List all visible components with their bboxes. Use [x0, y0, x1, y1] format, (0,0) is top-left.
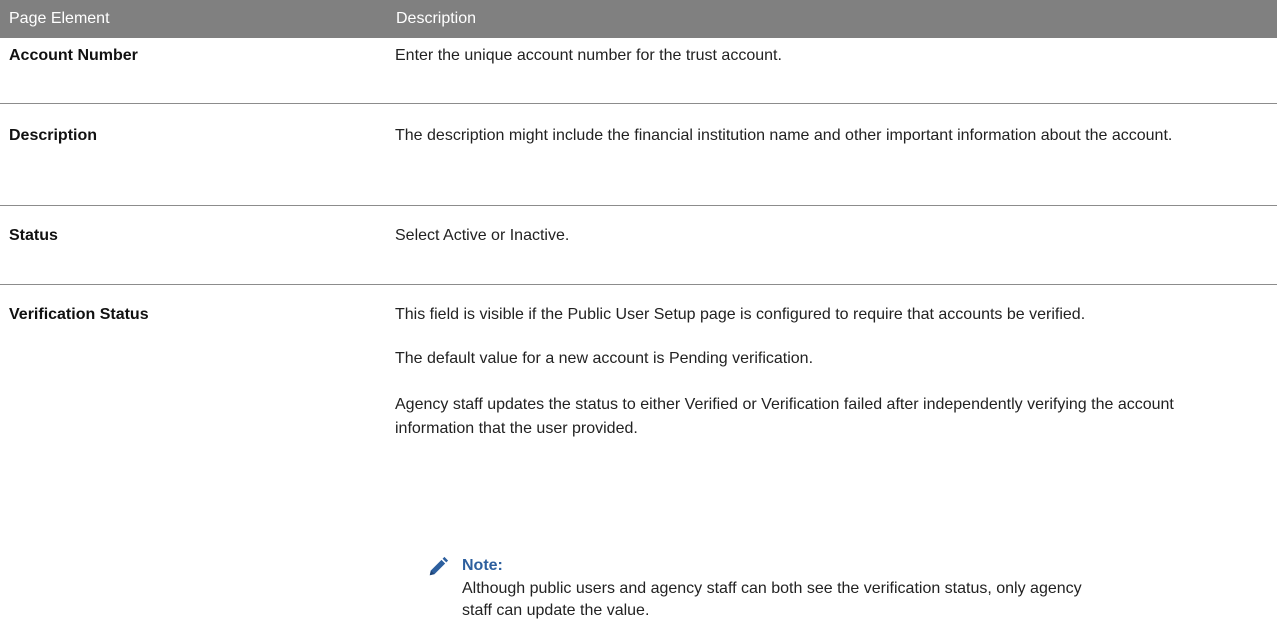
note-text: Although public users and agency staff c… — [462, 580, 1082, 619]
row-description: This field is visible if the Public User… — [395, 303, 1235, 455]
row-divider — [0, 205, 1277, 206]
description-paragraph: The default value for a new account is P… — [395, 350, 814, 367]
row-divider — [0, 284, 1277, 285]
description-paragraph: The description might include the financ… — [395, 127, 1173, 144]
row-description: Select Active or Inactive. — [395, 224, 1255, 248]
table-header: Page Element Description — [0, 0, 1277, 38]
column-header-description: Description — [396, 10, 477, 27]
row-description: The description might include the financ… — [395, 124, 1235, 148]
row-description: Enter the unique account number for the … — [395, 44, 1255, 68]
note-title: Note: — [462, 557, 503, 574]
row-label: Description — [9, 127, 98, 144]
description-paragraph: Enter the unique account number for the … — [395, 47, 782, 64]
row-label: Account Number — [9, 47, 138, 64]
description-paragraph: This field is visible if the Public User… — [395, 306, 1086, 323]
row-label: Status — [9, 227, 58, 244]
row-divider — [0, 103, 1277, 104]
description-paragraph: Agency staff updates the status to eithe… — [395, 396, 1174, 437]
row-label: Verification Status — [9, 306, 149, 323]
description-paragraph: Select Active or Inactive. — [395, 227, 570, 244]
column-header-page-element: Page Element — [9, 10, 110, 27]
pencil-icon — [429, 556, 449, 576]
